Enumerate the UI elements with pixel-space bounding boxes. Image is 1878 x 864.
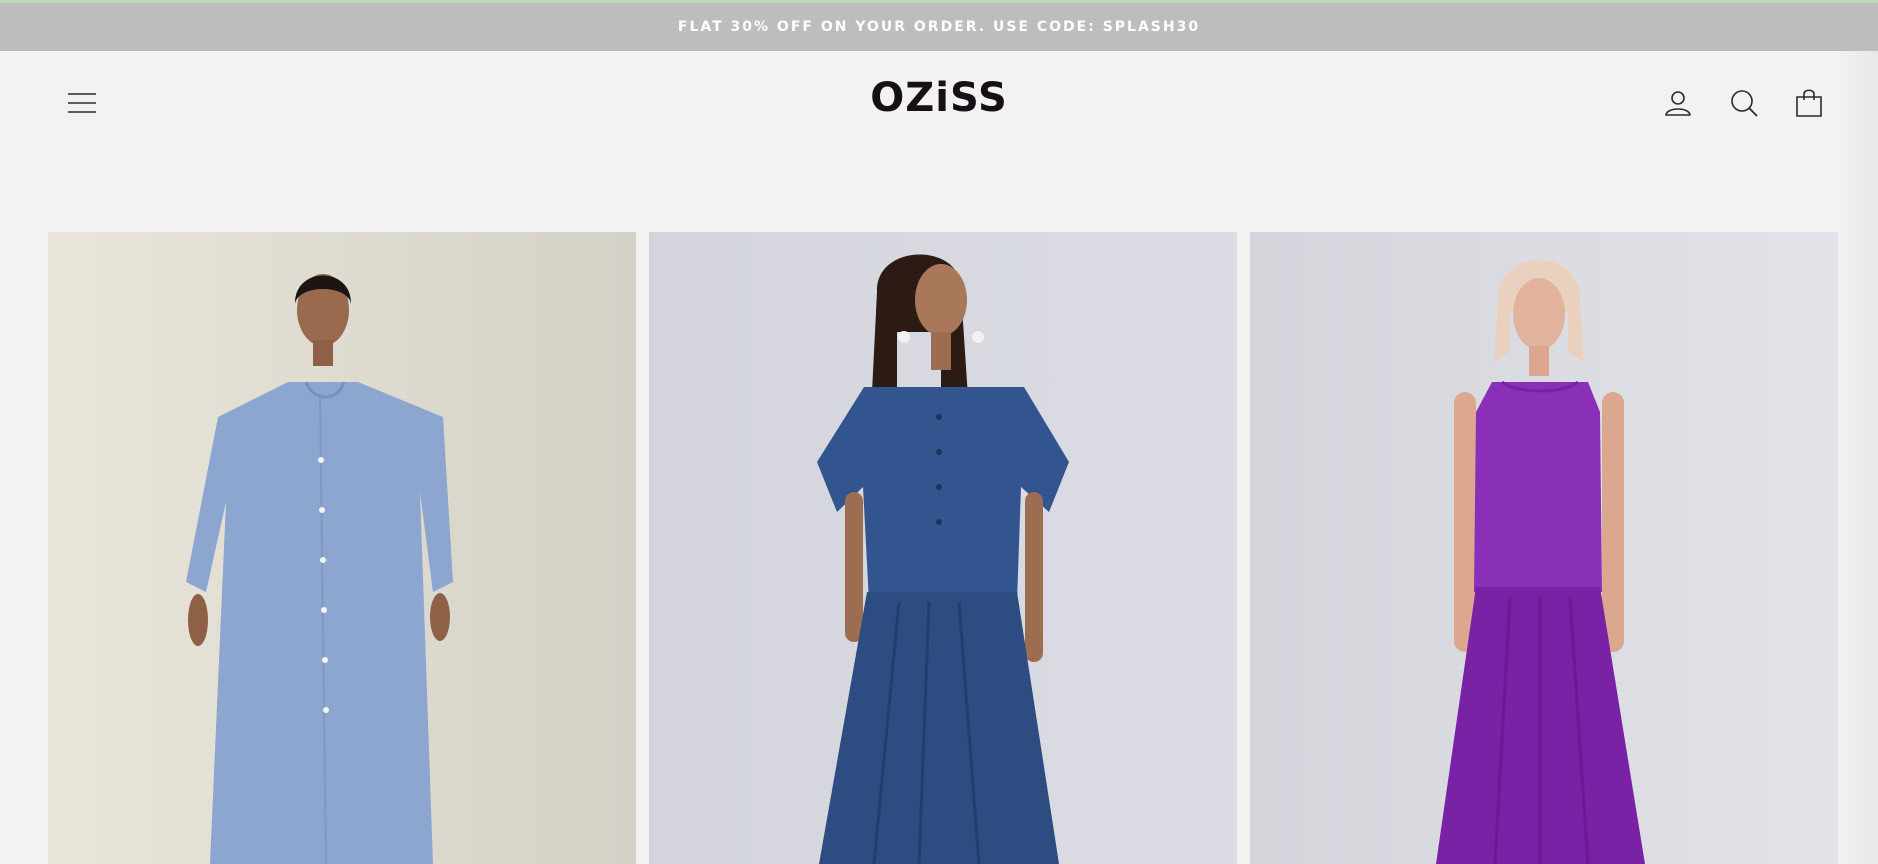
search-button[interactable]: [1724, 83, 1764, 123]
product-card-2[interactable]: [649, 232, 1237, 864]
product-image-3: [1250, 232, 1838, 864]
menu-icon: [68, 93, 96, 113]
brand-logo-container: OZiSS: [0, 75, 1878, 121]
cart-button[interactable]: [1789, 83, 1829, 123]
product-image-1: [48, 232, 636, 864]
account-icon: [1665, 91, 1691, 116]
product-card-3[interactable]: [1250, 232, 1838, 864]
scroll-edge-shade: [1838, 51, 1878, 864]
site-header: OZiSS: [0, 51, 1878, 156]
account-button[interactable]: [1658, 83, 1698, 123]
product-card-1[interactable]: [48, 232, 636, 864]
cart-icon: [1796, 89, 1822, 117]
announcement-bar[interactable]: FLAT 30% OFF ON YOUR ORDER. USE CODE: SP…: [0, 3, 1878, 51]
product-image-2: [649, 232, 1237, 864]
product-grid: [48, 232, 1838, 864]
announcement-text: FLAT 30% OFF ON YOUR ORDER. USE CODE: SP…: [677, 19, 1201, 35]
brand-logo[interactable]: OZiSS: [870, 75, 1008, 121]
menu-button[interactable]: [60, 81, 104, 125]
search-icon: [1731, 90, 1758, 117]
